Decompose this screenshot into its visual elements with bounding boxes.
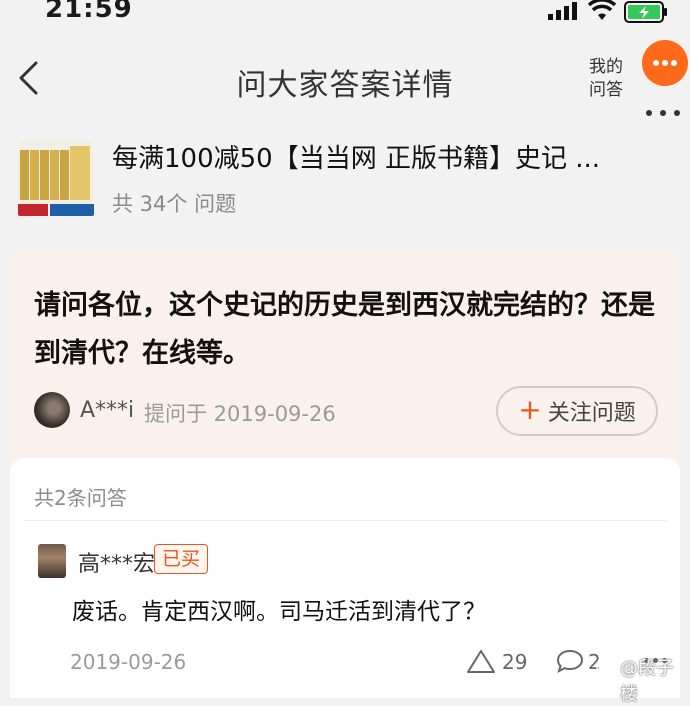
follow-question-label: 关注问题 <box>547 401 636 426</box>
answer-username: 高***宏 <box>78 552 156 577</box>
watermark-text: @段子楼 <box>620 658 674 705</box>
more-dot <box>660 110 666 116</box>
asker-name: A***i <box>80 398 135 423</box>
like-icon[interactable] <box>466 648 496 674</box>
answer-date: 2019-09-26 <box>70 650 187 674</box>
comment-icon[interactable] <box>556 648 584 674</box>
like-count: 29 <box>502 650 528 674</box>
plus-icon: + <box>518 393 542 426</box>
answers-count: 共2条问答 <box>34 486 127 510</box>
avatar[interactable] <box>34 392 70 428</box>
my-answers-link[interactable]: 我的 问答 <box>584 56 628 102</box>
more-dot <box>662 60 668 66</box>
battery-icon <box>624 1 667 23</box>
follow-question-button[interactable]: + 关注问题 <box>496 386 658 436</box>
weibo-logo-icon <box>596 657 617 674</box>
my-answers-line2: 问答 <box>589 80 623 100</box>
product-row[interactable]: 每满100减50【当当网 正版书籍】史记 ... 共 34个 问题 <box>0 128 690 228</box>
more-dot <box>646 110 652 116</box>
divider <box>24 520 666 521</box>
answers-card: 共2条问答 高***宏 已买 废话。肯定西汉啊。司马迁活到清代了？ 2019-0… <box>10 458 680 698</box>
nav-bar: 问大家答案详情 我的 问答 <box>0 36 690 120</box>
wifi-icon <box>588 0 616 20</box>
question-card: 请问各位，这个史记的历史是到西汉就完结的？还是到清代？在线等。 A***i 提问… <box>10 248 680 478</box>
more-button[interactable] <box>642 40 688 86</box>
more-dot <box>671 60 677 66</box>
bought-badge: 已买 <box>154 544 208 574</box>
watermark: @段子楼 <box>596 652 690 705</box>
question-text: 请问各位，这个史记的历史是到西汉就完结的？还是到清代？在线等。 <box>34 290 655 369</box>
signal-icon <box>548 2 577 20</box>
status-time: 21:59 <box>45 0 133 24</box>
more-dot <box>653 60 659 66</box>
my-answers-line1: 我的 <box>589 57 623 77</box>
more-icon[interactable] <box>644 110 684 118</box>
answer-text: 废话。肯定西汉啊。司马迁活到清代了？ <box>72 599 486 625</box>
status-bar: 21:59 <box>0 0 690 28</box>
product-title: 每满100减50【当当网 正版书籍】史记 ... <box>112 144 601 174</box>
question-count: 共 34个 问题 <box>112 192 237 216</box>
product-thumbnail <box>18 140 94 216</box>
avatar[interactable] <box>38 544 66 578</box>
asked-date: 提问于 2019-09-26 <box>144 402 336 426</box>
more-dot <box>674 110 680 116</box>
